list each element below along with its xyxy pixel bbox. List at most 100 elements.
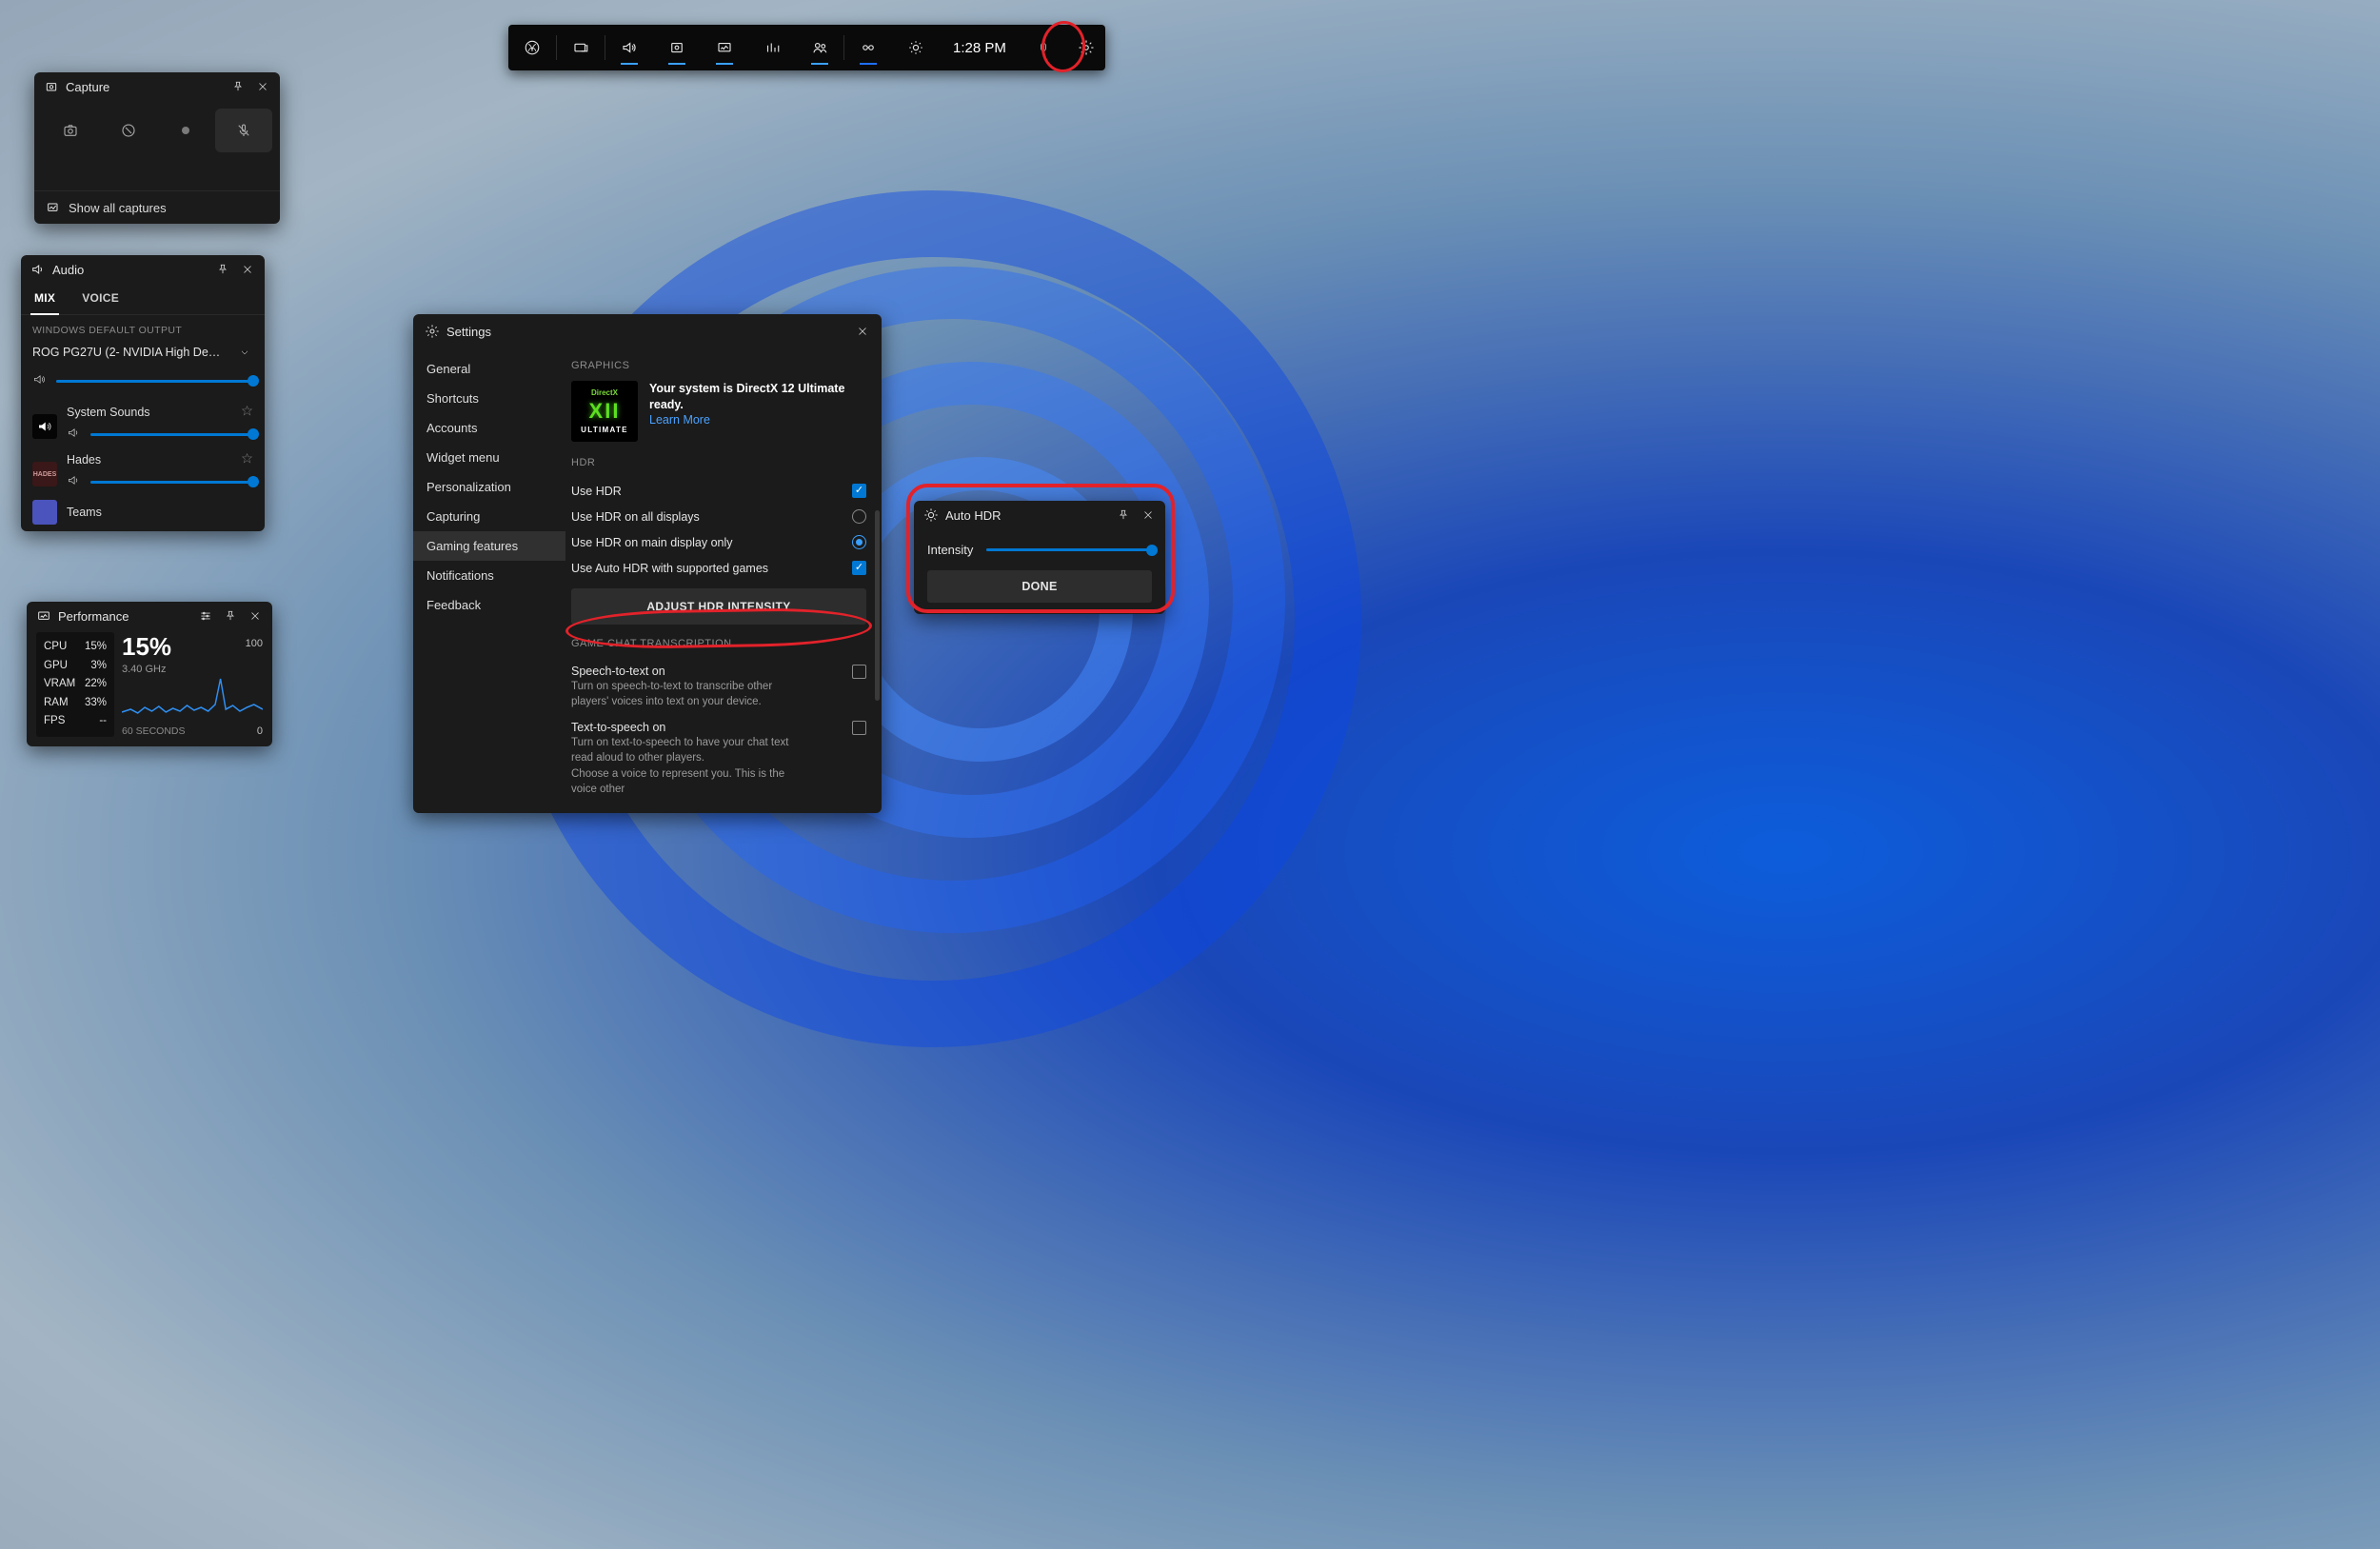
tts-desc-2: Choose a voice to represent you. This is… (571, 767, 809, 797)
chat-section-label: GAME CHAT TRANSCRIPTION (571, 638, 866, 649)
volume-icon (67, 426, 81, 443)
gamebar-xbox-button[interactable] (508, 25, 556, 70)
pin-button[interactable] (230, 79, 246, 94)
capture-title-text: Capture (66, 80, 109, 94)
audio-tab-voice[interactable]: VOICE (69, 284, 132, 314)
gamebar-audio-button[interactable] (605, 25, 653, 70)
game-bar: 1:28 PM (508, 25, 1105, 70)
stat-cpu: CPU15% (44, 638, 107, 657)
master-volume-slider[interactable] (56, 380, 253, 383)
gamebar-lfg-button[interactable] (844, 25, 892, 70)
gamebar-performance-button[interactable] (701, 25, 748, 70)
pin-button[interactable] (223, 608, 238, 624)
tts-title: Text-to-speech on (571, 721, 809, 734)
adjust-hdr-intensity-button[interactable]: ADJUST HDR INTENSITY (571, 588, 866, 625)
performance-icon (36, 608, 51, 624)
stt-checkbox[interactable] (852, 665, 866, 679)
pin-button[interactable] (1116, 507, 1131, 523)
close-button[interactable] (855, 324, 870, 339)
record-button[interactable] (157, 109, 215, 152)
settings-nav: General Shortcuts Accounts Widget menu P… (413, 348, 565, 813)
app-name-label: System Sounds (67, 406, 150, 419)
settings-scrollbar[interactable] (875, 510, 880, 701)
audio-title-text: Audio (52, 263, 84, 277)
done-button[interactable]: DONE (927, 570, 1152, 603)
gallery-icon (46, 200, 61, 215)
nav-personalization[interactable]: Personalization (413, 472, 565, 502)
audio-title: Audio (30, 262, 84, 277)
app-volume-slider[interactable] (90, 481, 253, 484)
settings-title-text: Settings (446, 325, 491, 339)
default-output-dropdown[interactable]: ROG PG27U (2- NVIDIA High Definition A..… (32, 340, 253, 368)
nav-feedback[interactable]: Feedback (413, 590, 565, 620)
hdr-all-displays-label: Use HDR on all displays (571, 510, 700, 524)
performance-title-text: Performance (58, 609, 129, 624)
show-all-captures-link[interactable]: Show all captures (34, 190, 280, 224)
performance-title: Performance (36, 608, 129, 624)
capture-icon (44, 79, 59, 94)
app-icon-system-sounds (32, 414, 57, 439)
favorite-toggle[interactable] (241, 405, 253, 420)
close-button[interactable] (248, 608, 263, 624)
app-name-label: Hades (67, 453, 101, 467)
nav-notifications[interactable]: Notifications (413, 561, 565, 590)
audio-tab-mix[interactable]: MIX (21, 284, 69, 314)
gamebar-settings-button[interactable] (1067, 25, 1105, 70)
default-output-label: WINDOWS DEFAULT OUTPUT (32, 325, 253, 336)
capture-title: Capture (44, 79, 109, 94)
capture-widget: Capture Show all captures (34, 72, 280, 224)
y-axis-min: 0 (257, 725, 263, 737)
gamebar-mouse-indicator (1020, 25, 1067, 70)
default-output-value: ROG PG27U (2- NVIDIA High Definition A..… (32, 346, 223, 359)
auto-hdr-label: Use Auto HDR with supported games (571, 562, 768, 575)
nav-capturing[interactable]: Capturing (413, 502, 565, 531)
app-icon-hades: HADES (32, 462, 57, 487)
gear-icon (425, 324, 440, 339)
stat-gpu: GPU3% (44, 657, 107, 676)
learn-more-link[interactable]: Learn More (649, 413, 710, 427)
gamebar-capture-button[interactable] (653, 25, 701, 70)
favorite-toggle[interactable] (241, 452, 253, 467)
auto-hdr-widget: Auto HDR Intensity DONE (914, 501, 1165, 614)
audio-widget: Audio MIX VOICE WINDOWS DEFAULT OUTPUT R… (21, 255, 265, 531)
nav-general[interactable]: General (413, 354, 565, 384)
record-last-button[interactable] (100, 109, 158, 152)
directx-badge: DirectX XII ULTIMATE (571, 381, 638, 442)
directx-status-text: Your system is DirectX 12 Ultimate ready… (649, 381, 866, 413)
nav-widget-menu[interactable]: Widget menu (413, 443, 565, 472)
use-hdr-checkbox[interactable] (852, 484, 866, 498)
auto-hdr-title: Auto HDR (923, 507, 1002, 523)
auto-hdr-checkbox[interactable] (852, 561, 866, 575)
close-button[interactable] (1140, 507, 1156, 523)
close-button[interactable] (255, 79, 270, 94)
close-button[interactable] (240, 262, 255, 277)
tts-checkbox[interactable] (852, 721, 866, 735)
stt-title: Speech-to-text on (571, 665, 809, 678)
performance-options-button[interactable] (198, 608, 213, 624)
performance-headline: 15% (122, 632, 263, 662)
auto-hdr-title-text: Auto HDR (945, 508, 1002, 523)
mic-toggle-button[interactable] (215, 109, 273, 152)
screenshot-button[interactable] (42, 109, 100, 152)
gamebar-brightness-button[interactable] (892, 25, 940, 70)
tts-desc: Turn on text-to-speech to have your chat… (571, 736, 809, 765)
intensity-slider[interactable] (986, 548, 1152, 551)
hdr-main-only-label: Use HDR on main display only (571, 536, 733, 549)
gamebar-resources-button[interactable] (748, 25, 796, 70)
volume-icon (32, 372, 47, 389)
nav-gaming-features[interactable]: Gaming features (413, 531, 565, 561)
stt-desc: Turn on speech-to-text to transcribe oth… (571, 680, 809, 709)
intensity-label: Intensity (927, 543, 973, 557)
nav-accounts[interactable]: Accounts (413, 413, 565, 443)
hdr-main-only-radio[interactable] (852, 535, 866, 549)
hdr-icon (923, 507, 939, 523)
show-all-captures-label: Show all captures (69, 201, 167, 215)
gamebar-widgets-button[interactable] (557, 25, 605, 70)
performance-sparkline (122, 669, 263, 722)
pin-button[interactable] (215, 262, 230, 277)
app-volume-slider[interactable] (90, 433, 253, 436)
performance-stats-list[interactable]: CPU15% GPU3% VRAM22% RAM33% FPS-- (36, 632, 114, 737)
gamebar-social-button[interactable] (796, 25, 843, 70)
hdr-all-displays-radio[interactable] (852, 509, 866, 524)
nav-shortcuts[interactable]: Shortcuts (413, 384, 565, 413)
